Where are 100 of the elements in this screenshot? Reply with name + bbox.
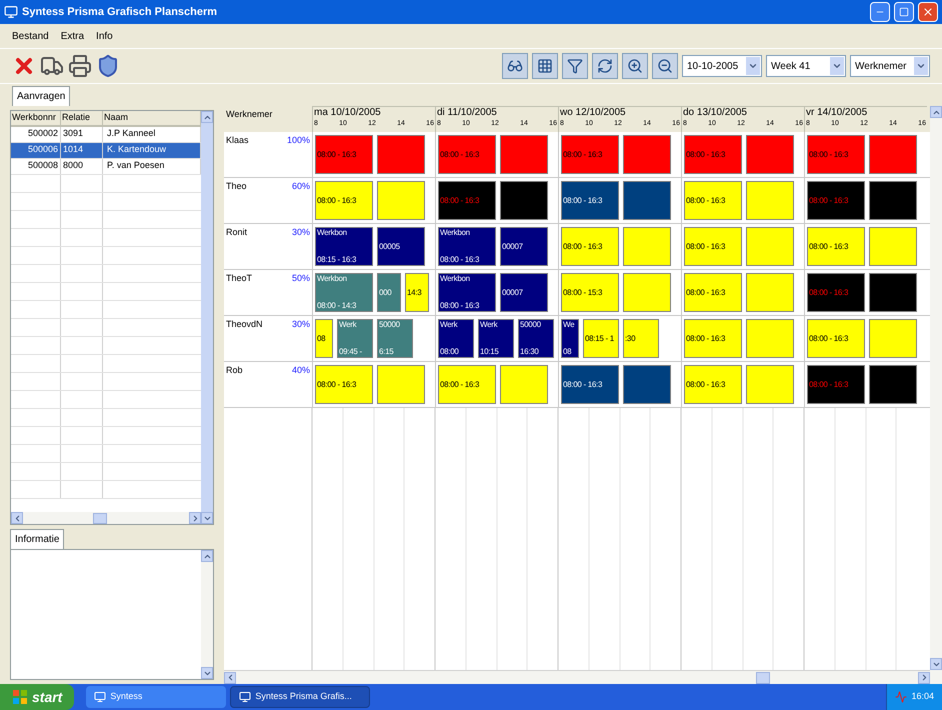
schedule-block[interactable]: 08:00 - 16:3 bbox=[315, 181, 373, 220]
table-cell: 500006 bbox=[11, 143, 61, 158]
schedule-block[interactable]: Werkbon 08:00 - 16:3 bbox=[438, 273, 496, 312]
schedule-block[interactable]: 08:00 - 16:3 bbox=[684, 135, 742, 174]
view-dropdown[interactable]: Werknemer bbox=[850, 55, 930, 77]
schedule-block[interactable]: :30 bbox=[623, 319, 659, 358]
schedule-block[interactable]: 08:00 - 16:3 bbox=[684, 227, 742, 266]
tab[interactable]: Informatie bbox=[10, 529, 64, 549]
workload-percent: 30% bbox=[292, 318, 310, 331]
schedule-block[interactable]: Werk 10:15 bbox=[478, 319, 514, 358]
schedule-block[interactable]: 08 bbox=[315, 319, 333, 358]
scroll-thumb[interactable] bbox=[756, 672, 770, 684]
schedule-block[interactable]: 00007 bbox=[500, 273, 548, 312]
schedule-block[interactable]: 08:00 - 16:3 bbox=[807, 273, 865, 312]
schedule-block[interactable]: 08:00 - 16:3 bbox=[807, 135, 865, 174]
schedule-block[interactable]: 08:00 - 16:3 bbox=[315, 365, 373, 404]
schedule-block[interactable]: 08:00 - 16:3 bbox=[684, 319, 742, 358]
table-row[interactable]: 500008 8000 P. van Poesen bbox=[11, 159, 201, 175]
schedule-block[interactable]: 08:00 - 16:3 bbox=[684, 273, 742, 312]
schedule-block[interactable] bbox=[869, 227, 917, 266]
block-text: 00007 bbox=[502, 242, 524, 252]
block-text: 08:00 - 15:3 bbox=[563, 288, 604, 298]
block-text: 08:00 - 16:3 bbox=[563, 196, 604, 206]
shield-icon[interactable] bbox=[96, 54, 120, 78]
schedule-block[interactable]: 08:00 - 16:3 bbox=[315, 135, 373, 174]
schedule-block[interactable] bbox=[623, 273, 671, 312]
schedule-block[interactable]: 08:00 - 16:3 bbox=[561, 227, 619, 266]
week-dropdown[interactable]: Week 41 bbox=[766, 55, 846, 77]
schedule-block[interactable] bbox=[746, 227, 794, 266]
start-button[interactable]: start bbox=[0, 684, 74, 710]
minimize-button[interactable] bbox=[870, 2, 890, 22]
table-cell: 1014 bbox=[61, 143, 103, 158]
schedule-block[interactable] bbox=[746, 273, 794, 312]
printer-icon[interactable] bbox=[68, 54, 92, 78]
block-text: 08:00 - 16:3 bbox=[563, 150, 604, 160]
close-button[interactable] bbox=[918, 2, 938, 22]
schedule-block[interactable]: 08:00 - 16:3 bbox=[684, 181, 742, 220]
schedule-block[interactable]: 08:00 - 16:3 bbox=[807, 181, 865, 220]
schedule-block[interactable] bbox=[500, 181, 548, 220]
taskbar-item[interactable]: Syntess bbox=[86, 686, 226, 708]
maximize-button[interactable] bbox=[894, 2, 914, 22]
schedule-block[interactable] bbox=[869, 273, 917, 312]
schedule-block[interactable]: 000 bbox=[377, 273, 401, 312]
schedule-block[interactable]: 08:15 - 1 bbox=[583, 319, 619, 358]
date-field[interactable]: 10-10-2005 bbox=[682, 55, 762, 77]
schedule-block[interactable] bbox=[746, 365, 794, 404]
schedule-block[interactable] bbox=[377, 365, 425, 404]
column-header[interactable]: Relatie bbox=[61, 111, 103, 125]
schedule-block[interactable] bbox=[869, 319, 917, 358]
toolbar-button[interactable] bbox=[502, 53, 528, 79]
menu-item[interactable]: Bestand bbox=[12, 28, 49, 44]
schedule-block[interactable]: 08:00 - 16:3 bbox=[561, 181, 619, 220]
table-row[interactable]: 500006 1014 K. Kartendouw bbox=[11, 143, 201, 159]
schedule-block[interactable]: 08:00 - 16:3 bbox=[438, 135, 496, 174]
schedule-block[interactable]: We 08 bbox=[561, 319, 579, 358]
toolbar-button[interactable] bbox=[592, 53, 618, 79]
schedule-block[interactable] bbox=[623, 227, 671, 266]
schedule-block[interactable]: 50000 16:30 bbox=[518, 319, 554, 358]
schedule-block[interactable] bbox=[623, 181, 671, 220]
schedule-block[interactable] bbox=[377, 181, 425, 220]
taskbar-item[interactable]: Syntess Prisma Grafis... bbox=[230, 686, 370, 708]
column-header[interactable]: Werkbonnr bbox=[11, 111, 61, 125]
information-box[interactable] bbox=[10, 549, 214, 680]
schedule-block[interactable]: 50000 6:15 bbox=[377, 319, 413, 358]
schedule-block[interactable]: 08:00 - 16:3 bbox=[438, 365, 496, 404]
schedule-block[interactable] bbox=[869, 365, 917, 404]
scroll-thumb[interactable] bbox=[93, 512, 107, 524]
schedule-block[interactable] bbox=[746, 181, 794, 220]
schedule-block[interactable]: 08:00 - 16:3 bbox=[807, 365, 865, 404]
toolbar-button[interactable] bbox=[532, 53, 558, 79]
tab[interactable]: Aanvragen bbox=[12, 86, 70, 106]
schedule-block[interactable]: 00007 bbox=[500, 227, 548, 266]
toolbar-button[interactable] bbox=[652, 53, 678, 79]
schedule-block[interactable]: Werkbon 08:00 - 16:3 bbox=[438, 227, 496, 266]
toolbar-button[interactable] bbox=[622, 53, 648, 79]
schedule-block[interactable] bbox=[623, 365, 671, 404]
schedule-block[interactable] bbox=[869, 181, 917, 220]
schedule-block[interactable]: 08:00 - 16:3 bbox=[807, 319, 865, 358]
schedule-block[interactable]: Werk 08:00 bbox=[438, 319, 474, 358]
schedule-block[interactable]: 08:00 - 15:3 bbox=[561, 273, 619, 312]
toolbar-button[interactable] bbox=[562, 53, 588, 79]
schedule-block[interactable]: 08:00 - 16:3 bbox=[438, 181, 496, 220]
block-text: 08:00 - 16:3 bbox=[686, 196, 726, 206]
block-text: 08:00 - 16:3 bbox=[563, 380, 604, 390]
menu-item[interactable]: Extra bbox=[60, 28, 84, 44]
schedule-block[interactable]: 08:00 - 16:3 bbox=[561, 135, 619, 174]
schedule-block[interactable]: Werkbon 08:15 - 16:3 bbox=[315, 227, 373, 266]
block-text: 08:00 - 16:3 bbox=[809, 150, 850, 160]
menu-item[interactable]: Info bbox=[96, 28, 113, 44]
schedule-block[interactable]: 00005 bbox=[377, 227, 425, 266]
schedule-block[interactable]: 14:3 bbox=[405, 273, 429, 312]
schedule-block[interactable]: 08:00 - 16:3 bbox=[807, 227, 865, 266]
schedule-block[interactable]: 08:00 - 16:3 bbox=[561, 365, 619, 404]
schedule-block[interactable]: 08:00 - 16:3 bbox=[684, 365, 742, 404]
schedule-block[interactable]: Werk 09:45 - bbox=[337, 319, 373, 358]
schedule-block[interactable] bbox=[746, 319, 794, 358]
schedule-block[interactable] bbox=[500, 365, 548, 404]
schedule-block[interactable]: Werkbon 08:00 - 14:3 bbox=[315, 273, 373, 312]
block-text: 08:00 - 16:3 bbox=[686, 380, 726, 390]
truck-icon[interactable] bbox=[40, 54, 64, 78]
